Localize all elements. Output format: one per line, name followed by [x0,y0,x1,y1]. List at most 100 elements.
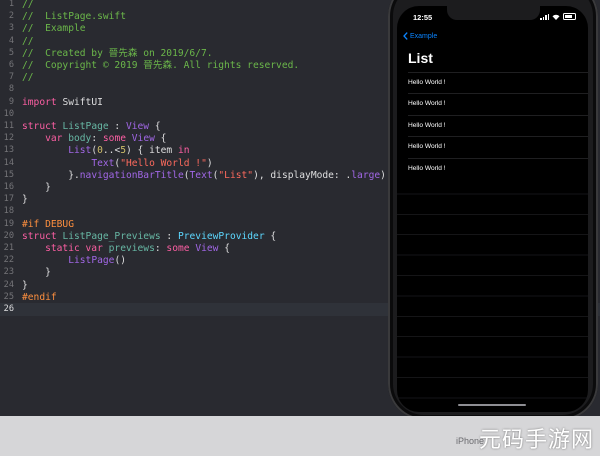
code-text[interactable]: // Example [22,22,86,35]
code-token: { [218,243,230,254]
line-number: 9 [8,96,14,107]
line-number: 19 [3,218,14,229]
code-token: View [125,121,150,132]
code-token: }. [22,169,80,181]
code-token: // Created by 晉先森 on 2019/6/7. [22,47,213,59]
code-token: } [22,194,28,206]
line-number: 10 [3,108,14,119]
line-number: 23 [3,267,14,278]
line-number: 16 [3,182,14,192]
line-number: 2 [8,11,14,22]
back-button[interactable]: Example [403,32,437,40]
line-number: 20 [3,230,14,241]
code-token: previews [108,243,155,254]
code-token: struct [22,230,63,242]
code-text[interactable]: #if DEBUG [22,218,74,231]
code-text[interactable]: // [22,35,34,48]
code-token: // [22,72,34,84]
code-token: ) [206,157,213,169]
phone-notch [447,6,540,20]
code-text[interactable]: } [22,266,51,279]
line-number: 22 [3,255,14,266]
code-token: some [166,243,196,254]
line-number: 5 [8,47,14,58]
code-text[interactable]: // [22,71,34,84]
line-number: 18 [3,206,14,217]
code-text[interactable]: } [22,193,28,206]
code-token: // [22,35,34,47]
list-item[interactable]: Hello World ! [408,93,588,114]
code-token: SwiftUI [62,96,103,108]
code-text[interactable]: Text("Hello World !") [22,157,213,170]
code-text[interactable]: import SwiftUI [22,96,103,109]
code-text[interactable]: List(0..<5) { item in [22,144,189,157]
code-token: // ListPage.swift [22,11,126,23]
line-number: 26 [3,304,14,314]
line-number: 17 [3,194,14,205]
code-text[interactable]: #endif [22,291,57,304]
code-token: large [351,169,381,181]
back-button-label: Example [410,32,438,40]
home-indicator [458,404,526,406]
code-text[interactable]: // Copyright © 2019 晉先森. All rights rese… [22,59,299,72]
line-number: 24 [3,279,14,290]
line-number: 4 [8,35,14,46]
code-text[interactable]: struct ListPage_Previews : PreviewProvid… [22,230,276,243]
code-text[interactable]: struct ListPage : View { [22,120,161,133]
code-token: import [22,96,63,108]
code-token: var [22,133,69,145]
line-number: 25 [3,291,14,302]
code-text[interactable]: } [22,181,51,194]
code-text[interactable]: ListPage() [22,254,126,267]
code-token: View [131,133,155,145]
wifi-icon [552,14,560,20]
code-token: : [91,133,103,145]
canvas-bottom-bar: iPhone 元码手游网 [0,416,600,456]
code-token: #endif [22,291,57,303]
code-token: "Hello World !" [120,157,207,169]
line-number: 7 [8,72,14,83]
code-token: body [68,133,92,145]
code-token: ListPage_Previews [62,230,161,242]
code-token: ListPage [68,255,115,267]
preview-screen[interactable]: 12:55 Example List Hello World ! Hello Wo… [397,6,588,412]
line-number: 14 [3,157,14,168]
navigation-title: List [408,50,433,66]
list-rows: Hello World ! Hello World ! Hello World ! H… [397,72,588,179]
status-time: 12:55 [413,13,433,22]
code-text[interactable]: }.navigationBarTitle(Text("List"), displ… [22,169,386,182]
code-token: ) [380,169,386,181]
code-text[interactable]: // ListPage.swift [22,10,126,23]
empty-list-separators [397,174,588,402]
code-text[interactable]: static var previews: some View { [22,242,230,255]
status-icons [540,13,576,20]
code-token: { [149,121,161,132]
code-token: // Example [22,23,86,35]
code-token: : [160,230,178,242]
list-item[interactable]: Hello World ! [408,114,588,136]
code-text[interactable]: } [22,279,28,292]
code-token: ..< [102,145,121,157]
line-number: 6 [8,60,14,70]
line-number: 12 [3,133,14,144]
code-text[interactable]: var body: some View { [22,132,166,145]
code-token: navigationBarTitle [79,169,184,181]
line-number: 21 [3,243,14,253]
battery-icon [563,13,576,20]
watermark-logo: 元码手游网 [478,428,594,453]
code-token: static var [22,243,109,254]
code-token: ), displayMode: . [253,169,352,181]
list-item[interactable]: Hello World ! [408,136,588,157]
code-text[interactable]: // Created by 晉先森 on 2019/6/7. [22,47,213,60]
code-token: } [22,279,28,291]
code-token: ) { item [126,145,178,157]
chevron-left-icon [403,32,408,40]
line-number: 11 [3,121,14,131]
code-token: : [108,121,126,132]
code-token: Text [189,169,213,181]
list-item[interactable]: Hello World ! [408,72,588,93]
code-token: // [22,0,34,10]
